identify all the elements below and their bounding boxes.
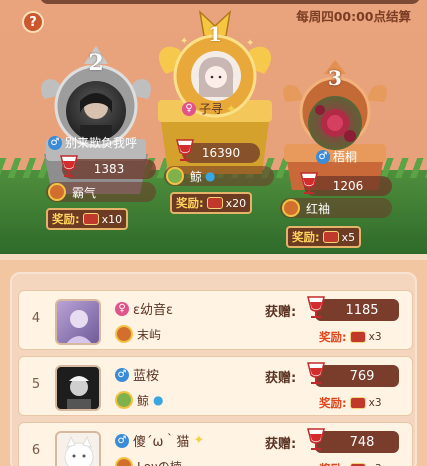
wine-glass-icon [307,362,325,384]
gift-icon [349,397,366,409]
rank-3-number: 3 [328,66,342,90]
rank-2-reward: 奖励: x10 [46,208,129,230]
guild-emblem-icon [282,199,300,217]
rank-3-guild[interactable]: 红袖 [280,198,392,218]
sparkle-icon: ✦ [193,433,205,448]
row-reward: 奖励: x3 [319,329,382,345]
help-question-button[interactable]: ? [22,11,44,33]
row-guild[interactable]: Lονの楠 [115,457,182,466]
gift-icon [82,213,99,225]
svg-text:✦: ✦ [180,36,188,47]
male-gender-icon: ♂ [115,433,129,448]
row-name[interactable]: ♂ 蓝桉 [115,365,159,384]
reward-label: 奖励: [52,212,80,226]
gift-icon [349,331,366,343]
row-name-text: 蓝桉 [133,369,160,384]
row-guild-name: 末屿 [137,327,162,342]
guild-emblem-icon [166,167,184,185]
rank-2-guild[interactable]: 霸气 [46,182,156,202]
guild-emblem-icon [48,183,66,201]
wine-glass-icon [176,139,194,161]
rank-2-number: 2 [88,50,104,76]
row-name[interactable]: ♂ 傻´ω｀猫 ✦ [115,431,204,450]
reward-label: 奖励: [319,461,347,466]
rank-1-guild[interactable]: 鲸 ● [164,166,274,186]
row-guild[interactable]: 末屿 [115,325,161,343]
settlement-time-text: 每周四00:00点结算 [296,9,411,24]
rank-1-name-text: 子寻 [199,102,224,116]
row-guild-name: 鲸 [137,393,150,408]
row-score: 769 [315,365,399,387]
row-reward: 奖励: x3 [319,395,382,411]
rank-3-name-text: 梧桐 [333,150,358,164]
row-avatar[interactable] [55,431,101,466]
list-item[interactable]: 5 ♂ 蓝桉 鲸 ● 获赠: 769 奖励: x3 [18,356,413,416]
row-score: 748 [315,431,399,453]
ranking-list[interactable]: 4 ♀ ε幼音ε 末屿 获赠: 1185 奖励: x3 5 ♂ 蓝桉 鲸 ● 获… [10,272,417,466]
question-icon: ? [29,14,37,30]
wine-glass-icon [307,296,325,318]
row-name[interactable]: ♀ ε幼音ε [115,299,173,318]
reward-label: 奖励: [319,330,347,344]
rank-1-avatar[interactable] [191,51,241,101]
wine-glass-icon [60,155,78,177]
leaderboard-podium: ? 每周四00:00点结算 2 ♂ 别来欺负我呼 1383 霸气 奖励: x10… [0,0,427,254]
gain-label: 获赠: [265,437,297,452]
row-avatar[interactable] [55,365,101,411]
rank-1-guild-name: 鲸 [190,169,203,184]
female-gender-icon: ♀ [115,301,129,316]
reward-multiplier: x3 [368,331,382,343]
female-gender-icon: ♀ [182,101,196,116]
row-rank: 5 [31,377,41,392]
svg-text:✦: ✦ [246,38,254,49]
rank-2-avatar[interactable] [66,81,126,141]
sparkle-icon: ✦ [226,101,237,116]
male-gender-icon: ♂ [316,149,330,164]
rank-2-name[interactable]: ♂ 别来欺负我呼 [48,134,137,151]
reward-multiplier: x3 [368,397,382,409]
wine-glass-icon [307,428,325,450]
gift-icon [322,231,339,243]
rank-3-reward: 奖励: x5 [286,226,362,248]
whale-icon: ● [205,169,216,183]
row-reward: 奖励: x3 [319,461,382,466]
reward-label: 奖励: [176,196,204,210]
gift-icon [206,197,223,209]
guild-emblem-icon [115,457,133,466]
row-rank: 4 [31,311,41,326]
row-name-text: 傻´ω｀猫 [133,435,190,450]
rank-3-name[interactable]: ♂ 梧桐 [316,148,357,165]
gain-label: 获赠: [265,371,297,386]
wine-glass-icon [300,172,318,194]
male-gender-icon: ♂ [115,367,129,382]
list-item[interactable]: 4 ♀ ε幼音ε 末屿 获赠: 1185 奖励: x3 [18,290,413,350]
row-rank: 6 [31,443,41,458]
rank-2-name-text: 别来欺负我呼 [65,136,138,150]
rank-1-reward: 奖励: x20 [170,192,253,214]
row-score: 1185 [315,299,399,321]
reward-multiplier: x20 [225,196,247,210]
list-item[interactable]: 6 ♂ 傻´ω｀猫 ✦ Lονの楠 获赠: 748 奖励: x3 [18,422,413,466]
whale-icon: ● [153,393,164,407]
reward-label: 奖励: [292,230,320,244]
row-name-text: ε幼音ε [133,303,174,318]
guild-emblem-icon [115,325,133,343]
rank-2-guild-name: 霸气 [72,185,97,200]
gain-label: 获赠: [265,305,297,320]
rank-3-guild-name: 红袖 [306,201,331,216]
reward-label: 奖励: [319,396,347,410]
row-guild[interactable]: 鲸 ● [115,391,164,409]
ranking-list-area: 4 ♀ ε幼音ε 末屿 获赠: 1185 奖励: x3 5 ♂ 蓝桉 鲸 ● 获… [0,254,427,466]
reward-multiplier: x5 [341,230,356,244]
rank-1-number: 1 [208,22,222,46]
reward-multiplier: x10 [101,212,123,226]
row-guild-name: Lονの楠 [137,458,182,466]
rank-3-avatar[interactable] [308,96,362,150]
male-gender-icon: ♂ [48,135,62,150]
rank-1-name[interactable]: ♀ 子寻 ✦ [182,100,236,117]
guild-emblem-icon [115,391,133,409]
row-avatar[interactable] [55,299,101,345]
